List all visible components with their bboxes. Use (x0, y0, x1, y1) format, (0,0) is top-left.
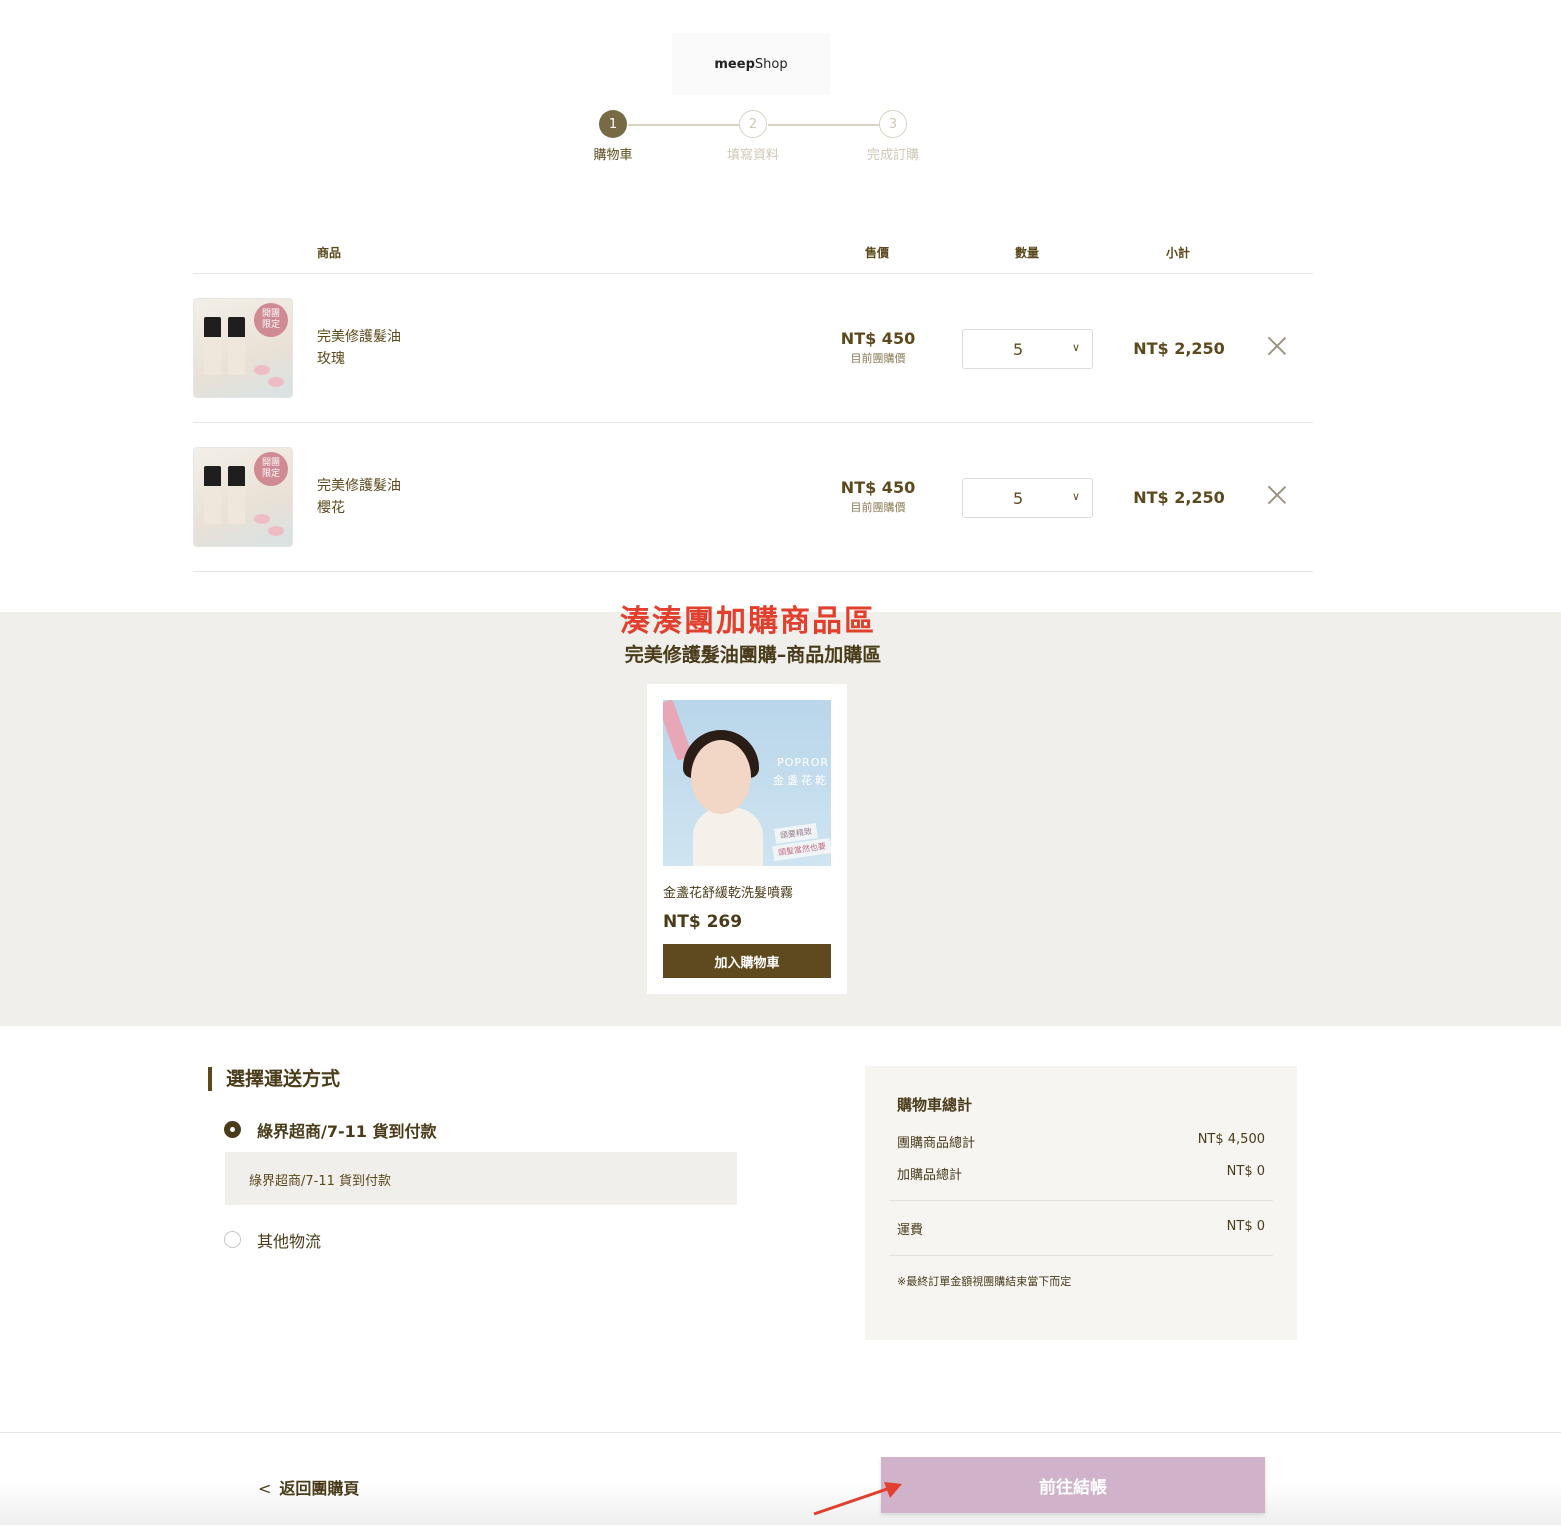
logo-bold-text: meep (714, 56, 755, 72)
quantity-select[interactable]: 5 ∨ (962, 478, 1093, 518)
row-subtotal: NT$ 2,250 (1133, 488, 1225, 507)
step-number: 3 (879, 110, 907, 138)
header-product: 商品 (317, 246, 342, 260)
shipping-option-label[interactable]: 其他物流 (257, 1228, 321, 1252)
shipping-detail: 綠界超商/7-11 貨到付款 (225, 1152, 737, 1205)
chevron-down-icon: ∨ (1071, 490, 1080, 503)
addon-product-name[interactable]: 金盞花舒緩乾洗髮噴霧 (663, 882, 793, 901)
product-name[interactable]: 完美修護髮油 玫瑰 (317, 326, 401, 370)
shipping-option-label[interactable]: 綠界超商/7-11 貨到付款 (257, 1118, 436, 1142)
annotation-label: 湊湊團加購商品區 (620, 604, 876, 639)
addon-product-image[interactable]: POPROR 金盞花乾 頭要精致 頭髮當然也要 (663, 700, 831, 866)
step-cart: 1 購物車 (568, 110, 658, 163)
unit-price: NT$ 450 目前團購價 (823, 329, 933, 366)
price-note: 目前團購價 (850, 501, 906, 514)
product-thumbnail[interactable]: 開團 限定 (193, 447, 293, 547)
product-name[interactable]: 完美修護髮油 櫻花 (317, 475, 401, 519)
product-thumbnail[interactable]: 開團 限定 (193, 298, 293, 398)
unit-price: NT$ 450 目前團購價 (823, 478, 933, 515)
shipping-radio-cvs[interactable] (224, 1121, 241, 1138)
close-icon[interactable] (1265, 483, 1289, 507)
cart-row: 開團 限定 完美修護髮油 玫瑰 NT$ 450 目前團購價 5 ∨ NT$ 2,… (193, 274, 1313, 423)
product-variant: 櫻花 (317, 500, 345, 516)
step-number: 1 (599, 110, 627, 138)
chevron-down-icon: ∨ (1071, 341, 1080, 354)
step-complete: 3 完成訂購 (848, 110, 938, 163)
summary-title: 購物車總計 (897, 1096, 973, 1114)
checkout-steps: 1 購物車 2 填寫資料 3 完成訂購 (570, 110, 950, 170)
shipping-radio-other[interactable] (224, 1231, 241, 1248)
addon-product-card: POPROR 金盞花乾 頭要精致 頭髮當然也要 金盞花舒緩乾洗髮噴霧 NT$ 2… (647, 684, 847, 994)
addon-product-price: NT$ 269 (663, 912, 743, 932)
step-number: 2 (739, 110, 767, 138)
row-subtotal: NT$ 2,250 (1133, 339, 1225, 358)
addon-total-row: 加購品總計 NT$ 0 (897, 1164, 1265, 1183)
step-label: 填寫資料 (726, 148, 779, 163)
addon-title: 完美修護髮油團購–商品加購區 (624, 644, 882, 666)
back-to-group-link[interactable]: < 返回團購頁 (258, 1475, 359, 1499)
logo-regular-text: Shop (754, 56, 788, 72)
shipping-fee-row: 運費 NT$ 0 (897, 1219, 1265, 1238)
limited-badge: 開團 限定 (254, 452, 288, 486)
group-total-row: 團購商品總計 NT$ 4,500 (897, 1132, 1265, 1151)
footer-bar: < 返回團購頁 前往結帳 (0, 1432, 1561, 1525)
shop-logo[interactable]: meep Shop (672, 33, 830, 95)
cart-summary: 購物車總計 團購商品總計 NT$ 4,500 加購品總計 NT$ 0 運費 NT$ 0… (865, 1066, 1297, 1340)
chevron-left-icon: < (258, 1479, 272, 1498)
step-info: 2 填寫資料 (708, 110, 798, 163)
header-price: 售價 (865, 246, 890, 260)
step-label: 完成訂購 (866, 148, 919, 163)
header-subtotal: 小計 (1166, 246, 1191, 260)
cart-row: 開團 限定 完美修護髮油 櫻花 NT$ 450 目前團購價 5 ∨ NT$ 2,… (193, 423, 1313, 572)
close-icon[interactable] (1265, 334, 1289, 358)
checkout-button[interactable]: 前往結帳 (881, 1457, 1265, 1513)
add-to-cart-button[interactable]: 加入購物車 (663, 944, 831, 978)
header-quantity: 數量 (1015, 246, 1040, 260)
shipping-title: 選擇運送方式 (208, 1067, 340, 1091)
annotation-arrow-icon (813, 1482, 902, 1516)
limited-badge: 開團 限定 (254, 303, 288, 337)
summary-note: ※最終訂單金額視團購結束當下而定 (897, 1275, 1072, 1288)
step-label: 購物車 (593, 148, 633, 163)
price-note: 目前團購價 (850, 352, 906, 365)
quantity-select[interactable]: 5 ∨ (962, 329, 1093, 369)
product-variant: 玫瑰 (317, 351, 345, 367)
